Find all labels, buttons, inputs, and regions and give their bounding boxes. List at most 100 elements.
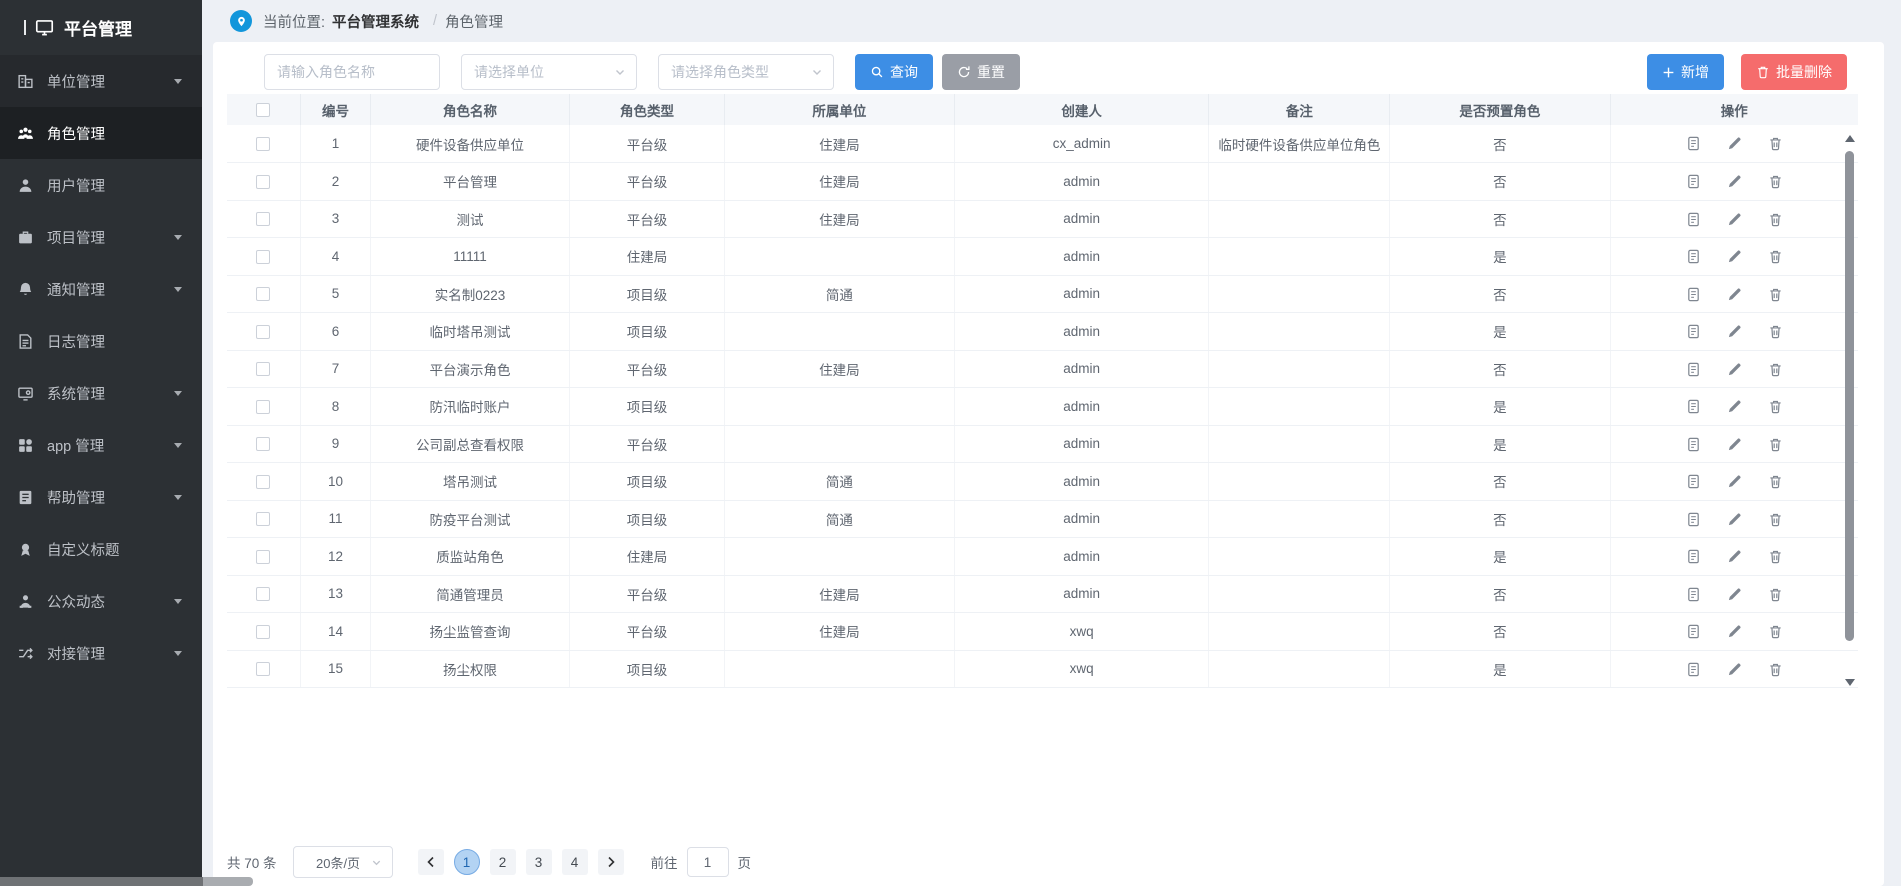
delete-icon[interactable]	[1768, 549, 1783, 564]
edit-icon[interactable]	[1727, 549, 1742, 564]
edit-icon[interactable]	[1727, 474, 1742, 489]
sidebar-item-log-management[interactable]: 日志管理	[0, 315, 202, 367]
row-checkbox[interactable]	[256, 662, 270, 676]
view-icon[interactable]	[1686, 362, 1701, 377]
horizontal-scrollbar-thumb-light[interactable]	[203, 877, 253, 886]
edit-icon[interactable]	[1727, 587, 1742, 602]
row-checkbox[interactable]	[256, 437, 270, 451]
row-checkbox[interactable]	[256, 137, 270, 151]
view-icon[interactable]	[1686, 136, 1701, 151]
delete-icon[interactable]	[1768, 212, 1783, 227]
edit-icon[interactable]	[1727, 437, 1742, 452]
view-icon[interactable]	[1686, 549, 1701, 564]
next-page-button[interactable]	[598, 849, 624, 875]
delete-icon[interactable]	[1768, 136, 1783, 151]
edit-icon[interactable]	[1727, 174, 1742, 189]
batch-delete-button[interactable]: 批量删除	[1741, 54, 1847, 90]
edit-icon[interactable]	[1727, 249, 1742, 264]
delete-icon[interactable]	[1768, 624, 1783, 639]
search-button[interactable]: 查询	[855, 54, 933, 90]
edit-icon[interactable]	[1727, 212, 1742, 227]
view-icon[interactable]	[1686, 624, 1701, 639]
edit-icon[interactable]	[1727, 362, 1742, 377]
row-checkbox[interactable]	[256, 325, 270, 339]
row-checkbox[interactable]	[256, 212, 270, 226]
delete-icon[interactable]	[1768, 399, 1783, 414]
page-button-1[interactable]: 1	[454, 849, 480, 875]
goto-page-input[interactable]	[687, 847, 729, 877]
role-name-input[interactable]	[264, 54, 440, 90]
view-icon[interactable]	[1686, 324, 1701, 339]
row-checkbox[interactable]	[256, 175, 270, 189]
page-button-2[interactable]: 2	[490, 849, 516, 875]
edit-icon[interactable]	[1727, 624, 1742, 639]
page-size-select[interactable]: 20条/页	[293, 846, 393, 878]
view-icon[interactable]	[1686, 249, 1701, 264]
edit-icon[interactable]	[1727, 324, 1742, 339]
scroll-up-icon[interactable]	[1845, 135, 1855, 142]
view-icon[interactable]	[1686, 287, 1701, 302]
row-checkbox[interactable]	[256, 287, 270, 301]
view-icon[interactable]	[1686, 437, 1701, 452]
unit-select[interactable]: 请选择单位	[461, 54, 637, 90]
role-type-select[interactable]: 请选择角色类型	[658, 54, 834, 90]
delete-icon[interactable]	[1768, 249, 1783, 264]
sidebar-item-notice-management[interactable]: 通知管理	[0, 263, 202, 315]
horizontal-scrollbar[interactable]	[0, 877, 1901, 886]
view-icon[interactable]	[1686, 512, 1701, 527]
cell-preset: 是	[1390, 425, 1610, 463]
sidebar-item-help-management[interactable]: 帮助管理	[0, 471, 202, 523]
view-icon[interactable]	[1686, 399, 1701, 414]
sidebar-item-custom-title[interactable]: 自定义标题	[0, 523, 202, 575]
row-checkbox[interactable]	[256, 250, 270, 264]
row-checkbox[interactable]	[256, 475, 270, 489]
sidebar-item-public-activity[interactable]: 公众动态	[0, 575, 202, 627]
page-list: 1234	[449, 849, 593, 875]
sidebar-item-user-management[interactable]: 用户管理	[0, 159, 202, 211]
row-checkbox[interactable]	[256, 512, 270, 526]
cell-role-name: 硬件设备供应单位	[371, 125, 570, 163]
horizontal-scrollbar-thumb[interactable]	[0, 877, 203, 886]
sidebar-item-system-management[interactable]: 系统管理	[0, 367, 202, 419]
page-button-3[interactable]: 3	[526, 849, 552, 875]
prev-page-button[interactable]	[418, 849, 444, 875]
edit-icon[interactable]	[1727, 662, 1742, 677]
cell-unit	[724, 388, 954, 426]
sidebar-item-unit-management[interactable]: 单位管理	[0, 55, 202, 107]
view-icon[interactable]	[1686, 474, 1701, 489]
row-checkbox[interactable]	[256, 587, 270, 601]
sidebar-item-project-management[interactable]: 项目管理	[0, 211, 202, 263]
view-icon[interactable]	[1686, 662, 1701, 677]
add-button[interactable]: 新增	[1647, 54, 1724, 90]
scroll-down-icon[interactable]	[1845, 679, 1855, 686]
edit-icon[interactable]	[1727, 399, 1742, 414]
chevron-down-icon	[174, 599, 182, 604]
edit-icon[interactable]	[1727, 287, 1742, 302]
page-button-4[interactable]: 4	[562, 849, 588, 875]
delete-icon[interactable]	[1768, 362, 1783, 377]
delete-icon[interactable]	[1768, 174, 1783, 189]
reset-button[interactable]: 重置	[942, 54, 1020, 90]
sidebar-item-app-management[interactable]: app 管理	[0, 419, 202, 471]
edit-icon[interactable]	[1727, 512, 1742, 527]
row-checkbox[interactable]	[256, 550, 270, 564]
delete-icon[interactable]	[1768, 512, 1783, 527]
row-checkbox[interactable]	[256, 362, 270, 376]
delete-icon[interactable]	[1768, 474, 1783, 489]
view-icon[interactable]	[1686, 212, 1701, 227]
vertical-scrollbar[interactable]	[1844, 125, 1854, 688]
delete-icon[interactable]	[1768, 587, 1783, 602]
select-all-checkbox[interactable]	[256, 103, 270, 117]
delete-icon[interactable]	[1768, 437, 1783, 452]
scrollbar-thumb[interactable]	[1845, 151, 1854, 641]
view-icon[interactable]	[1686, 174, 1701, 189]
sidebar-item-integration-management[interactable]: 对接管理	[0, 627, 202, 679]
row-checkbox[interactable]	[256, 625, 270, 639]
row-checkbox[interactable]	[256, 400, 270, 414]
view-icon[interactable]	[1686, 587, 1701, 602]
delete-icon[interactable]	[1768, 324, 1783, 339]
delete-icon[interactable]	[1768, 662, 1783, 677]
edit-icon[interactable]	[1727, 136, 1742, 151]
sidebar-item-role-management[interactable]: 角色管理	[0, 107, 202, 159]
delete-icon[interactable]	[1768, 287, 1783, 302]
